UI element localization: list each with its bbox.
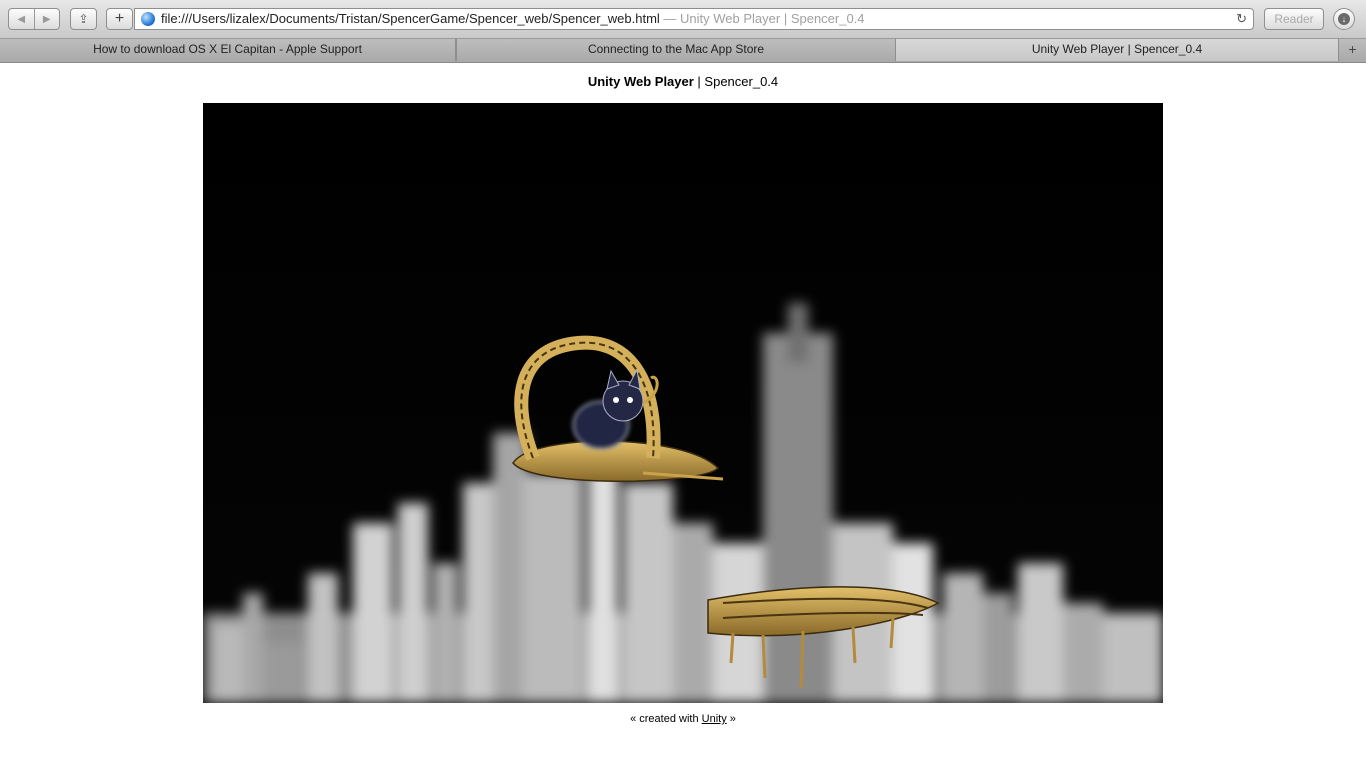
page-title: Unity Web Player | Spencer_0.4 [0, 74, 1366, 89]
add-bookmark-button[interactable]: + [106, 8, 133, 30]
download-icon: ↓ [1338, 13, 1350, 25]
footer-prefix: « created with [630, 713, 702, 725]
page-title-separator: | [693, 74, 705, 89]
url: file:///Users/lizalex/Documents/Tristan/… [161, 11, 660, 26]
game-scene [203, 103, 1163, 703]
reload-icon[interactable]: ↻ [1236, 9, 1247, 29]
back-forward-buttons[interactable]: ◀ ▶ [8, 8, 60, 30]
page-title-rest: Spencer_0.4 [704, 74, 779, 89]
globe-icon [141, 12, 155, 26]
footer-suffix: » [726, 713, 736, 725]
unity-link[interactable]: Unity [702, 713, 727, 725]
share-button[interactable]: ⇪ [70, 8, 97, 30]
share-icon: ⇪ [78, 12, 89, 26]
tab-bar: How to download OS X El Capitan - Apple … [0, 39, 1366, 63]
browser-toolbar: ◀ ▶ ⇪ + file:///Users/lizalex/Documents/… [0, 0, 1366, 39]
new-tab-button[interactable]: + [1339, 39, 1366, 61]
forward-icon[interactable]: ▶ [35, 14, 60, 25]
back-icon[interactable]: ◀ [9, 14, 34, 25]
url-text[interactable]: file:///Users/lizalex/Documents/Tristan/… [161, 9, 865, 29]
plus-icon: + [114, 10, 125, 27]
tab-apple-support[interactable]: How to download OS X El Capitan - Apple … [0, 39, 456, 61]
tab-mac-app-store[interactable]: Connecting to the Mac App Store [456, 39, 896, 61]
page-footer: « created with Unity » [0, 713, 1366, 725]
page-title-bold: Unity Web Player [587, 74, 694, 89]
address-bar[interactable]: file:///Users/lizalex/Documents/Tristan/… [134, 8, 1254, 30]
downloads-button[interactable]: ↓ [1333, 8, 1355, 30]
url-page-title: — Unity Web Player | Spencer_0.4 [663, 11, 865, 26]
reader-button[interactable]: Reader [1264, 8, 1324, 30]
unity-game-canvas[interactable] [203, 103, 1163, 703]
tab-unity-web-player[interactable]: Unity Web Player | Spencer_0.4 [896, 39, 1339, 61]
